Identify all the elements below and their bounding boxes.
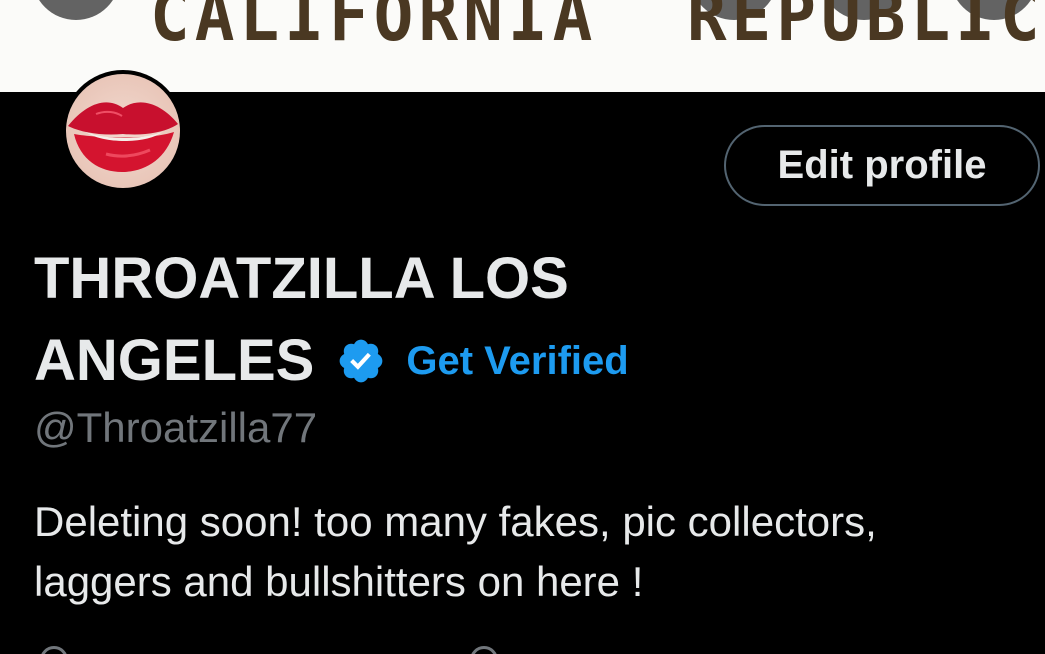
lips-avatar-image <box>66 74 180 188</box>
banner-text: CALIFORNIA REPUBLIC <box>150 0 1045 57</box>
calendar-icon <box>470 646 498 654</box>
get-verified-link[interactable]: Get Verified <box>406 320 628 402</box>
user-handle: @Throatzilla77 <box>34 404 318 451</box>
display-name-line2-row: ANGELES Get Verified <box>34 320 734 402</box>
display-name-line1: THROATZILLA LOS <box>34 246 569 311</box>
display-name: THROATZILLA LOS ANGELES Get Verified <box>34 238 734 402</box>
profile-bio: Deleting soon! too many fakes, pic colle… <box>34 498 877 605</box>
profile-banner[interactable]: CALIFORNIA REPUBLIC <box>0 0 1045 92</box>
avatar[interactable] <box>62 70 184 192</box>
display-name-line2: ANGELES <box>34 328 315 393</box>
back-button[interactable] <box>32 0 120 20</box>
verified-badge-icon[interactable] <box>336 336 386 386</box>
location-icon <box>40 646 68 654</box>
edit-profile-button[interactable]: Edit profile <box>724 125 1040 206</box>
